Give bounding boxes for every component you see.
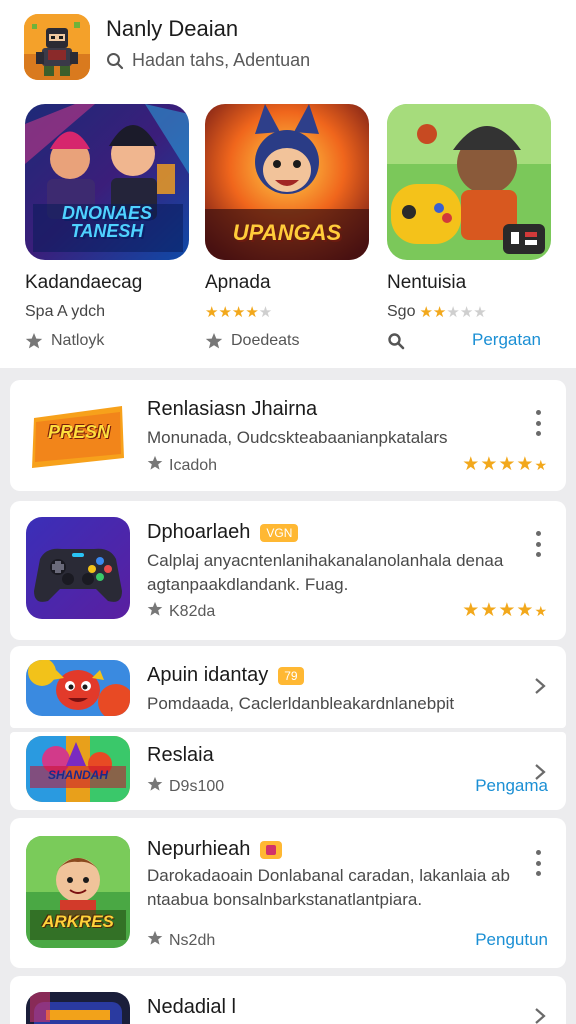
item-action-link[interactable]: Pengutun (475, 930, 548, 950)
featured-card-3[interactable]: Nentuisia Sgo ★★★★★ (387, 104, 551, 350)
item-meta-text: K82da (169, 602, 216, 620)
list-item[interactable]: ARKRES Nepurhieah Darokadaoain Donlabana… (10, 818, 566, 968)
app-icon: PRESN (26, 388, 130, 484)
app-icon (26, 992, 130, 1024)
app-icon-art-text: PRESN (47, 422, 110, 442)
app-logo[interactable] (24, 14, 90, 80)
top-section: Nanly Deaian Hadan tahs, Adentuan DNONAE… (0, 0, 576, 368)
item-description: Darokadaoain Donlabanal caradan, lakanla… (147, 864, 510, 912)
search-icon (106, 52, 124, 70)
item-title: Renlasiasn Jhairna (147, 398, 318, 420)
item-title: Reslaia (147, 744, 214, 766)
featured-name: Kadandaecag (25, 272, 143, 293)
featured-subtitle: Spa A ydch (25, 303, 106, 320)
item-description: Pomdaada, Caclerldanbleakardnlanebpit (147, 694, 455, 713)
featured-meta-text: Natloyk (51, 332, 105, 349)
more-options-icon[interactable] (528, 850, 548, 876)
featured-art-text: UPANGAS (232, 220, 342, 245)
app-icon-art-text: ARKRES (42, 912, 114, 931)
item-meta: D9s100 (147, 776, 224, 797)
featured-meta: Doedeats (205, 332, 369, 350)
item-tag-icon (260, 840, 283, 859)
featured-card-1[interactable]: DNONAES TANESH Kadandaecag Spa A ydch Na… (25, 104, 189, 350)
item-meta: K82da (147, 601, 215, 622)
chevron-right-icon[interactable] (532, 1006, 548, 1024)
search-text: Hadan tahs, Adentuan (132, 50, 311, 70)
featured-thumbnail[interactable]: DNONAES TANESH (25, 104, 189, 260)
featured-meta: Natloyk (25, 332, 189, 350)
rating-stars: ★★★★★ (419, 304, 487, 321)
item-title-row: Nepurhieah (147, 838, 283, 861)
item-tag: VGN (260, 523, 299, 542)
app-icon-art-text: SHANDAH (48, 768, 108, 782)
star-icon (147, 776, 163, 797)
featured-action-link[interactable]: Pergatan (472, 330, 541, 350)
item-title-row: Apuin idantay 79 (147, 664, 304, 687)
list-item[interactable]: Nedadial l (10, 976, 566, 1024)
search-bar[interactable]: Hadan tahs, Adentuan (106, 50, 310, 71)
list-item[interactable]: Dphoarlaeh VGN Calplaj anyacntenlanihaka… (10, 501, 566, 640)
item-description-text: Calplaj anyacntenlanihakanalanolanhala d… (147, 551, 504, 594)
item-title: Apuin idantay (147, 664, 269, 686)
rating-stars: ★★★★★ (462, 600, 548, 621)
featured-card-2[interactable]: UPANGAS Apnada ★★★★★ Doedeats (205, 104, 369, 350)
item-meta-text: D9s100 (169, 777, 225, 795)
item-description-text: Darokadaoain Donlabanal caradan, lakanla… (147, 866, 510, 909)
app-title: Nanly Deaian (106, 16, 239, 41)
more-options-icon[interactable] (528, 410, 548, 436)
item-title-row: Dphoarlaeh VGN (147, 521, 299, 544)
featured-art-text: DNONAES TANESH (61, 203, 152, 241)
item-description: Calplaj anyacntenlanihakanalanolanhala d… (147, 549, 507, 597)
item-title: Nedadial l (147, 996, 236, 1018)
rating-stars: ★★★★★ (462, 454, 548, 475)
featured-subtitle: Sgo (387, 303, 416, 320)
rating-stars: ★★★★★ (205, 304, 273, 321)
app-icon (26, 517, 130, 619)
featured-thumbnail[interactable] (387, 104, 551, 260)
item-action-link[interactable]: Pengama (475, 776, 548, 796)
item-meta-text: Icadoh (169, 456, 218, 474)
star-icon (147, 455, 163, 476)
app-icon (26, 660, 130, 716)
item-description: Monunada, Oudcskteabaanianpkatalars (147, 428, 448, 447)
item-meta: Icadoh (147, 455, 217, 476)
star-icon (205, 332, 223, 350)
more-options-icon[interactable] (528, 531, 548, 557)
app-icon: SHANDAH (26, 736, 130, 802)
featured-thumbnail[interactable]: UPANGAS (205, 104, 369, 260)
star-icon (147, 601, 163, 622)
search-icon (387, 332, 405, 350)
featured-meta-text: Doedeats (231, 332, 300, 349)
featured-subtitle-row: Sgo ★★★★★ (387, 302, 551, 322)
star-icon (25, 332, 43, 350)
app-icon: ARKRES (26, 836, 130, 948)
item-title: Nepurhieah (147, 838, 251, 860)
featured-rating: ★★★★★ (205, 302, 369, 322)
featured-name: Nentuisia (387, 272, 467, 293)
chevron-right-icon[interactable] (532, 676, 548, 696)
star-icon (147, 930, 163, 951)
list-item[interactable]: Apuin idantay 79 Pomdaada, Caclerldanble… (10, 646, 566, 728)
list-item[interactable]: PRESN Renlasiasn Jhairna Monunada, Oudcs… (10, 380, 566, 491)
list-item[interactable]: SHANDAH Reslaia D9s100 Pengama (10, 732, 566, 810)
item-title: Dphoarlaeh (147, 521, 251, 543)
item-tag: 79 (278, 666, 304, 685)
item-meta-text: Ns2dh (169, 931, 216, 949)
item-meta: Ns2dh (147, 930, 215, 951)
featured-name: Apnada (205, 272, 271, 293)
